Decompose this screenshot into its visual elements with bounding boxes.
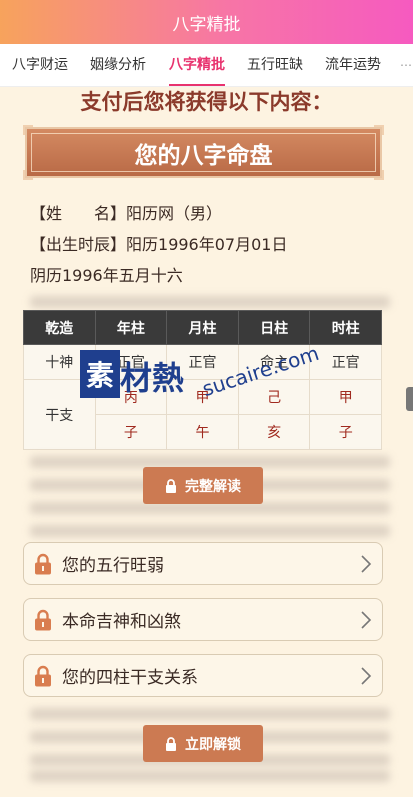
row-label: 十神 [23, 344, 96, 380]
birth-row: 【出生时辰】阳历1996年07月01日 [30, 231, 287, 255]
locked-item-label: 您的四柱干支关系 [62, 668, 198, 688]
table-cell: 甲 [166, 379, 239, 415]
table-cell: 甲 [309, 379, 382, 415]
tab-bar: 八字财运 姻缘分析 八字精批 五行旺缺 流年运势 ⋯ [0, 44, 413, 87]
locked-item-pillar-relations[interactable]: 您的四柱干支关系 [23, 654, 383, 697]
locked-item-label: 本命吉神和凶煞 [62, 612, 181, 632]
name-row: 【姓 名】阳历网（男） [30, 200, 222, 224]
more-tabs-icon[interactable]: ⋯ [400, 44, 412, 86]
tab-wealth[interactable]: 八字财运 [12, 44, 68, 86]
locked-item-five-elements[interactable]: 您的五行旺弱 [23, 542, 383, 585]
table-cell: 命主 [237, 344, 311, 380]
table-header: 月柱 [166, 310, 239, 345]
corner-ornament-icon [23, 125, 33, 135]
unlock-now-button[interactable]: 立即解锁 [143, 725, 263, 762]
bazi-table: 乾造 年柱 月柱 日柱 时柱 十神 正官 正官 命主 正官 干支 丙 甲 己 甲… [23, 310, 382, 450]
tab-bazi-detail[interactable]: 八字精批 [169, 44, 225, 86]
locked-item-label: 您的五行旺弱 [62, 556, 164, 576]
tab-yearly-fortune[interactable]: 流年运势 [325, 44, 381, 86]
table-cell: 正官 [166, 344, 239, 380]
table-header-row: 乾造 年柱 月柱 日柱 时柱 [23, 310, 382, 345]
lunar-date: 阴历1996年五月十六 [30, 266, 183, 285]
lock-icon [35, 665, 51, 686]
table-cell: 正官 [94, 344, 168, 380]
table-cell: 正官 [309, 344, 382, 380]
row-label: 干支 [23, 379, 96, 450]
lock-icon [35, 609, 51, 630]
table-header: 乾造 [23, 310, 96, 345]
page-title: 八字精批 [172, 14, 241, 35]
tab-marriage[interactable]: 姻缘分析 [90, 44, 146, 86]
birth-value: 阳历1996年07月01日 [126, 235, 288, 254]
table-cell: 子 [309, 414, 382, 450]
table-cell: 子 [94, 414, 168, 450]
locked-item-gods-and-evils[interactable]: 本命吉神和凶煞 [23, 598, 383, 641]
chevron-right-icon [361, 667, 372, 685]
app-header: 八字精批 [0, 0, 413, 44]
table-header: 年柱 [94, 310, 168, 345]
lock-icon [166, 736, 176, 751]
scroll-handle[interactable] [406, 387, 413, 411]
table-header: 日柱 [237, 310, 311, 345]
name-value: 阳历网（男） [126, 204, 223, 223]
birth-label: 【出生时辰】 [30, 235, 127, 254]
table-cell: 午 [166, 414, 239, 450]
unlock-now-label: 立即解锁 [185, 736, 241, 753]
lock-icon [35, 553, 51, 574]
full-unlock-label: 完整解读 [185, 478, 241, 495]
table-cell: 丙 [94, 379, 168, 415]
bazi-chart-banner: 您的八字命盘 [23, 125, 384, 180]
blurred-content [30, 770, 390, 793]
table-row: 干支 丙 甲 己 甲 [23, 379, 382, 450]
table-header: 时柱 [309, 310, 382, 345]
chevron-right-icon [361, 555, 372, 573]
banner-title: 您的八字命盘 [134, 142, 273, 169]
table-cell: 亥 [237, 414, 311, 450]
chevron-right-icon [361, 611, 372, 629]
payment-notice: 支付后您将获得以下内容： [80, 90, 333, 114]
lock-icon [166, 478, 176, 493]
full-unlock-button[interactable]: 完整解读 [143, 467, 263, 504]
corner-ornament-icon [374, 170, 384, 180]
tab-five-elements[interactable]: 五行旺缺 [247, 44, 303, 86]
corner-ornament-icon [23, 170, 33, 180]
name-label: 【姓 名】 [30, 204, 127, 223]
table-cell: 己 [237, 379, 311, 415]
table-row: 十神 正官 正官 命主 正官 [23, 344, 382, 380]
corner-ornament-icon [374, 125, 384, 135]
